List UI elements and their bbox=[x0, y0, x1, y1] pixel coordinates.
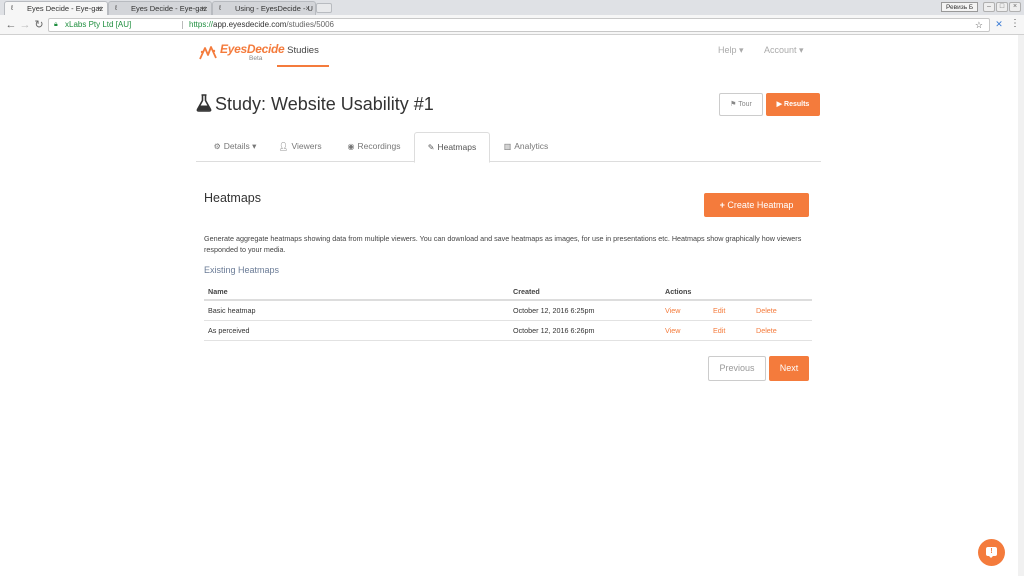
table-row: As perceived October 12, 2016 6:26pm Vie… bbox=[204, 321, 812, 341]
app-header: EyesDecide Beta Studies Help ▾ Account ▾ bbox=[0, 35, 1024, 69]
page-title: Study: Website Usability #1 bbox=[196, 92, 434, 116]
edit-link[interactable]: Edit bbox=[713, 301, 725, 321]
page-scrollbar[interactable] bbox=[1018, 35, 1024, 576]
maximize-button[interactable]: □ bbox=[996, 2, 1008, 12]
existing-heatmaps-title: Existing Heatmaps bbox=[204, 265, 280, 275]
back-icon[interactable]: ← bbox=[4, 18, 18, 32]
flask-icon bbox=[196, 94, 212, 112]
tab-viewers[interactable]: 👤︎ Viewers bbox=[272, 132, 328, 162]
eyesdecide-logo[interactable]: EyesDecide Beta bbox=[198, 41, 285, 67]
close-tab-icon[interactable]: × bbox=[201, 2, 206, 15]
nav-studies[interactable]: Studies bbox=[277, 43, 329, 67]
logo-text: EyesDecide bbox=[220, 42, 285, 56]
ev-certificate-label[interactable]: xLabs Pty Ltd [AU] bbox=[65, 19, 131, 31]
column-header-name: Name bbox=[208, 287, 228, 296]
table-row: Basic heatmap October 12, 2016 6:25pm Vi… bbox=[204, 301, 812, 321]
heatmap-name: Basic heatmap bbox=[208, 306, 256, 315]
table-header-row: Name Created Actions bbox=[204, 282, 812, 301]
gears-icon: ⚙ bbox=[213, 142, 221, 151]
help-chat-button[interactable]: ! bbox=[978, 539, 1005, 566]
url-text: https://app.eyesdecide.com/studies/5006 bbox=[189, 20, 334, 29]
eye-icon: ◉ bbox=[347, 142, 355, 151]
minimize-button[interactable]: – bbox=[983, 2, 995, 12]
profile-button[interactable]: Ревизь Б bbox=[941, 2, 979, 12]
heatmap-created: October 12, 2016 6:26pm bbox=[513, 326, 595, 335]
browser-tab-strip: ℓ Eyes Decide - Eye-gaz × ℓ Eyes Decide … bbox=[0, 0, 1024, 15]
flag-icon: ⚑ bbox=[730, 101, 737, 108]
plus-icon: + bbox=[719, 200, 725, 210]
tab-recordings[interactable]: ◉ Recordings bbox=[340, 132, 408, 162]
edit-link[interactable]: Edit bbox=[713, 321, 725, 341]
nav-account[interactable]: Account ▾ bbox=[764, 45, 804, 56]
nav-help[interactable]: Help ▾ bbox=[718, 45, 744, 56]
view-link[interactable]: View bbox=[665, 301, 680, 321]
magic-wand-icon: ✎ bbox=[427, 143, 435, 152]
close-tab-icon[interactable]: × bbox=[97, 2, 102, 15]
forward-icon[interactable]: → bbox=[18, 18, 32, 32]
close-window-button[interactable]: × bbox=[1009, 2, 1021, 12]
delete-link[interactable]: Delete bbox=[756, 301, 777, 321]
heatmap-name: As perceived bbox=[208, 326, 250, 335]
bookmark-star-icon[interactable]: ☆ bbox=[975, 19, 983, 31]
tour-button[interactable]: ⚑ Tour bbox=[719, 93, 763, 116]
delete-link[interactable]: Delete bbox=[756, 321, 777, 341]
browser-menu-icon[interactable]: ⋮ bbox=[1010, 18, 1020, 30]
study-title-text: Study: Website Usability #1 bbox=[215, 94, 434, 114]
heatmaps-description: Generate aggregate heatmaps showing data… bbox=[204, 234, 802, 254]
heatmap-created: October 12, 2016 6:25pm bbox=[513, 306, 595, 315]
extension-icon[interactable]: ✕ bbox=[993, 18, 1005, 30]
heatmaps-table: Name Created Actions Basic heatmap Octob… bbox=[204, 282, 812, 341]
browser-tab[interactable]: ℓ Eyes Decide - Eye-gaz × bbox=[4, 1, 108, 15]
favicon-icon: ℓ bbox=[115, 5, 118, 12]
address-divider bbox=[182, 21, 183, 29]
previous-button[interactable]: Previous bbox=[708, 356, 766, 381]
browser-tab[interactable]: ℓ Using - EyesDecide - U × bbox=[212, 1, 316, 15]
browser-toolbar: ← → ↻ 🔒︎ xLabs Pty Ltd [AU] https://app.… bbox=[0, 15, 1024, 35]
create-heatmap-button[interactable]: + Create Heatmap bbox=[704, 193, 809, 217]
tab-analytics[interactable]: ▥ Analytics bbox=[496, 132, 556, 162]
user-plus-icon: 👤︎ bbox=[278, 142, 289, 151]
address-bar[interactable]: 🔒︎ xLabs Pty Ltd [AU] https://app.eyesde… bbox=[48, 18, 990, 32]
new-tab-button[interactable] bbox=[316, 3, 332, 13]
view-link[interactable]: View bbox=[665, 321, 680, 341]
column-header-actions: Actions bbox=[665, 287, 692, 296]
study-tabs: ⚙ Details ▾ 👤︎ Viewers ◉ Recordings ✎ Heatma… bbox=[196, 132, 821, 163]
logo-mark-icon bbox=[199, 46, 217, 60]
reload-icon[interactable]: ↻ bbox=[32, 18, 46, 32]
results-button[interactable]: ▶ Results bbox=[766, 93, 820, 116]
beta-label: Beta bbox=[249, 55, 263, 62]
tab-heatmaps[interactable]: ✎ Heatmaps bbox=[414, 132, 490, 163]
tab-details[interactable]: ⚙ Details ▾ bbox=[200, 132, 270, 162]
bar-chart-icon: ▥ bbox=[503, 142, 512, 151]
column-header-created: Created bbox=[513, 287, 540, 296]
heatmaps-title: Heatmaps bbox=[204, 191, 261, 205]
browser-tab[interactable]: ℓ Eyes Decide - Eye-gaz × bbox=[108, 1, 212, 15]
next-button[interactable]: Next bbox=[769, 356, 809, 381]
close-tab-icon[interactable]: × bbox=[305, 2, 310, 15]
favicon-icon: ℓ bbox=[219, 5, 222, 12]
chat-bubble-tail bbox=[988, 555, 994, 558]
lock-icon: 🔒︎ bbox=[54, 21, 58, 28]
favicon-icon: ℓ bbox=[11, 5, 14, 12]
play-icon: ▶ bbox=[776, 101, 783, 108]
